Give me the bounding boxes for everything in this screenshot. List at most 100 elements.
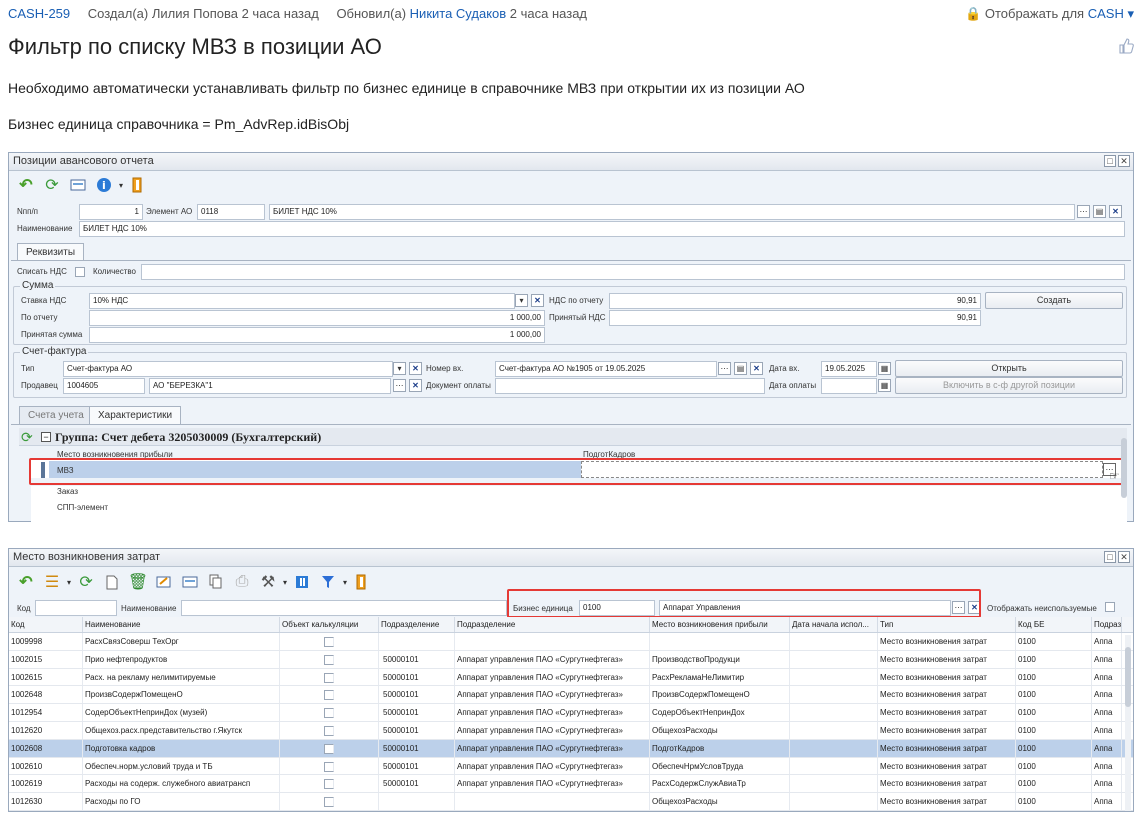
tab-characteristics[interactable]: Характеристики	[89, 406, 182, 424]
new-document-icon[interactable]	[101, 571, 123, 593]
undo-icon[interactable]: ↶	[15, 571, 37, 593]
like-icon[interactable]	[1118, 38, 1134, 54]
ellipsis-icon[interactable]: ⋯	[1077, 205, 1090, 218]
ellipsis-icon[interactable]: ⋯	[393, 379, 406, 392]
calendar-icon[interactable]: ▦	[878, 379, 891, 392]
create-button[interactable]: Создать	[985, 292, 1123, 309]
tools-dropdown-icon[interactable]: ▾	[283, 578, 287, 587]
refresh-icon[interactable]: ⟳	[21, 429, 33, 446]
clear-icon[interactable]: ✕	[409, 362, 422, 375]
accepted-sum-field[interactable]: 1 000,00	[89, 327, 545, 343]
maximize-icon[interactable]: □	[1104, 155, 1116, 167]
column-header[interactable]: Дата начала испол...	[790, 617, 878, 632]
form-view-icon[interactable]	[179, 571, 201, 593]
issue-key-link[interactable]: CASH-259	[8, 6, 70, 21]
name-filter-field[interactable]	[181, 600, 507, 616]
payment-doc-field[interactable]	[495, 378, 765, 394]
tab-requisites[interactable]: Реквизиты	[17, 243, 85, 261]
copy-icon[interactable]	[205, 571, 227, 593]
calendar-icon[interactable]: ▦	[878, 362, 891, 375]
column-header[interactable]: Подразделение	[455, 617, 650, 632]
by-report-field[interactable]: 1 000,00	[89, 310, 545, 326]
vat-rate-select[interactable]: 10% НДС	[89, 293, 515, 309]
calc-object-checkbox[interactable]	[324, 797, 334, 808]
seller-code-field[interactable]: 1004605	[63, 378, 145, 394]
table-row[interactable]: 1002648 ПроизвСодержПомещенО 50000101 Аппар…	[9, 686, 1133, 705]
vat-report-field[interactable]: 90,91	[609, 293, 981, 309]
column-header[interactable]: Подразделение	[379, 617, 455, 632]
open-button[interactable]: Открыть	[895, 360, 1123, 377]
invoice-type-select[interactable]: Счет-фактура АО	[63, 361, 393, 377]
clear-icon[interactable]: ✕	[1109, 205, 1122, 218]
refresh-icon[interactable]: ⟳	[41, 174, 63, 196]
table-row[interactable]: 1002619 Расходы на содерж. служебного ави…	[9, 775, 1133, 794]
calc-object-checkbox[interactable]	[324, 761, 334, 772]
element-name-field[interactable]: БИЛЕТ НДС 10%	[269, 204, 1075, 220]
visibility-selector[interactable]: 🔒 Отображать для CASH ▾	[965, 6, 1134, 22]
filter-icon[interactable]	[317, 571, 339, 593]
form-view-icon[interactable]	[67, 174, 89, 196]
close-icon[interactable]: ✕	[1118, 551, 1130, 563]
payment-date-field[interactable]	[821, 378, 877, 394]
collapse-icon[interactable]: −	[41, 432, 51, 442]
write-off-vat-checkbox[interactable]	[75, 267, 85, 277]
column-header[interactable]: Тип	[878, 617, 1016, 632]
column-header[interactable]: Место возникновения прибыли	[650, 617, 790, 632]
chevron-down-icon[interactable]: ▾	[393, 362, 406, 375]
maximize-icon[interactable]: □	[1104, 551, 1116, 563]
include-in-invoice-button[interactable]: Включить в с-ф другой позиции	[895, 377, 1123, 394]
print-icon[interactable]: ⎙	[231, 571, 253, 593]
calc-object-checkbox[interactable]	[324, 672, 334, 683]
info-icon[interactable]: i	[93, 174, 115, 196]
scrollbar[interactable]	[1121, 438, 1127, 498]
calc-object-checkbox[interactable]	[324, 637, 334, 647]
date-in-field[interactable]: 19.05.2025	[821, 361, 877, 377]
undo-icon[interactable]: ↶	[15, 174, 37, 196]
column-header[interactable]: Код БЕ	[1016, 617, 1092, 632]
hierarchy-dropdown-icon[interactable]: ▾	[67, 578, 71, 587]
table-row[interactable]: 1002610 Обеспеч.норм.условий труда и ТБ 50…	[9, 757, 1133, 776]
close-icon[interactable]: ✕	[1118, 155, 1130, 167]
refresh-icon[interactable]: ⟳	[75, 571, 97, 593]
quantity-field[interactable]	[141, 264, 1125, 280]
accepted-vat-field[interactable]: 90,91	[609, 310, 981, 326]
visibility-value[interactable]: CASH	[1088, 6, 1124, 21]
table-row[interactable]: 1002608 Подготовка кадров 50000101 Аппарат …	[9, 739, 1133, 758]
seller-name-field[interactable]: АО "БЕРЕЗКА"1	[149, 378, 391, 394]
name-field[interactable]: БИЛЕТ НДС 10%	[79, 221, 1125, 237]
invoice-number-field[interactable]: Счет-фактура АО №1905 от 19.05.2025	[495, 361, 717, 377]
table-row[interactable]: 1012620 Общехоз.расх.представительство г.…	[9, 721, 1133, 740]
calc-object-checkbox[interactable]	[324, 708, 334, 719]
updated-by-link[interactable]: Никита Судаков	[410, 6, 507, 21]
clear-icon[interactable]: ✕	[531, 294, 544, 307]
scrollbar[interactable]	[1125, 635, 1131, 811]
table-row[interactable]: 1012630 Расходы по ГО ОбщехозРасходы Место …	[9, 793, 1133, 811]
column-header[interactable]: Наименование	[83, 617, 280, 632]
edit-icon[interactable]	[153, 571, 175, 593]
table-row[interactable]: 1002615 Расх. на рекламу нелимитируемые 50…	[9, 668, 1133, 687]
calc-object-checkbox[interactable]	[324, 725, 334, 736]
filter-dropdown-icon[interactable]: ▾	[343, 578, 347, 587]
info-dropdown-icon[interactable]: ▾	[119, 181, 123, 190]
table-row[interactable]: 1002015 Прио нефтепродуктов 50000101 Аппара…	[9, 650, 1133, 669]
columns-icon[interactable]	[291, 571, 313, 593]
calc-object-checkbox[interactable]	[324, 690, 334, 701]
folder-icon[interactable]: ▤	[734, 362, 747, 375]
show-unused-checkbox[interactable]	[1105, 602, 1115, 612]
table-row[interactable]: 1009998 РасхСвязСоверш ТехОрг Место возник…	[9, 633, 1133, 651]
hierarchy-icon[interactable]: ☰	[41, 571, 63, 593]
npp-field[interactable]: 1	[79, 204, 143, 220]
column-header[interactable]: Объект калькуляции	[280, 617, 379, 632]
tab-accounts[interactable]: Счета учета	[19, 406, 93, 424]
clear-icon[interactable]: ✕	[409, 379, 422, 392]
column-header[interactable]: Подразд	[1092, 617, 1122, 632]
column-header[interactable]: Код	[9, 617, 83, 632]
code-filter-field[interactable]	[35, 600, 117, 616]
calc-object-checkbox[interactable]	[324, 654, 334, 665]
folder-icon[interactable]: ▤	[1093, 205, 1106, 218]
table-row[interactable]: 1012954 СодерОбъектНепринДох (музей) 50000…	[9, 704, 1133, 722]
clear-icon[interactable]: ✕	[750, 362, 763, 375]
calc-object-checkbox[interactable]	[324, 743, 334, 754]
exit-icon[interactable]	[351, 571, 373, 593]
exit-icon[interactable]	[127, 174, 149, 196]
